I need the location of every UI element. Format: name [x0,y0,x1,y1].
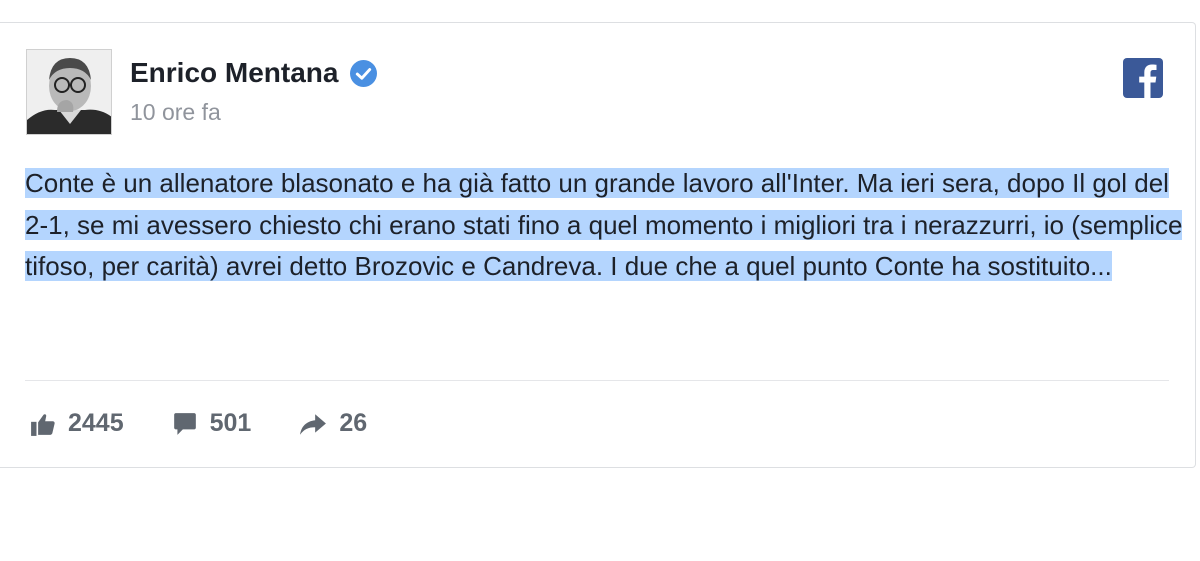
comment-count: 501 [209,409,252,437]
facebook-icon[interactable] [1123,58,1163,98]
divider [25,380,1169,381]
like-count: 2445 [68,409,124,437]
comment-icon [173,412,196,435]
author-avatar[interactable] [26,49,112,135]
comment-button[interactable]: 501 [172,409,252,438]
post-timestamp[interactable]: 10 ore fa [130,99,221,126]
post-body: Conte è un allenatore blasonato e ha già… [25,163,1185,288]
engagement-bar: 2445 501 26 [30,409,415,438]
verified-badge-icon [350,59,378,87]
avatar-photo [27,50,111,134]
thumbs-up-icon [31,413,55,436]
share-button[interactable]: 26 [299,409,367,438]
post-text: Conte è un allenatore blasonato e ha già… [25,168,1183,281]
author-name[interactable]: Enrico Mentana [130,57,338,89]
like-button[interactable]: 2445 [30,409,124,438]
author-row: Enrico Mentana [130,57,378,89]
share-arrow-icon [300,413,327,435]
post-card: Enrico Mentana 10 ore fa Conte è un alle… [0,22,1196,468]
share-count: 26 [339,409,368,437]
